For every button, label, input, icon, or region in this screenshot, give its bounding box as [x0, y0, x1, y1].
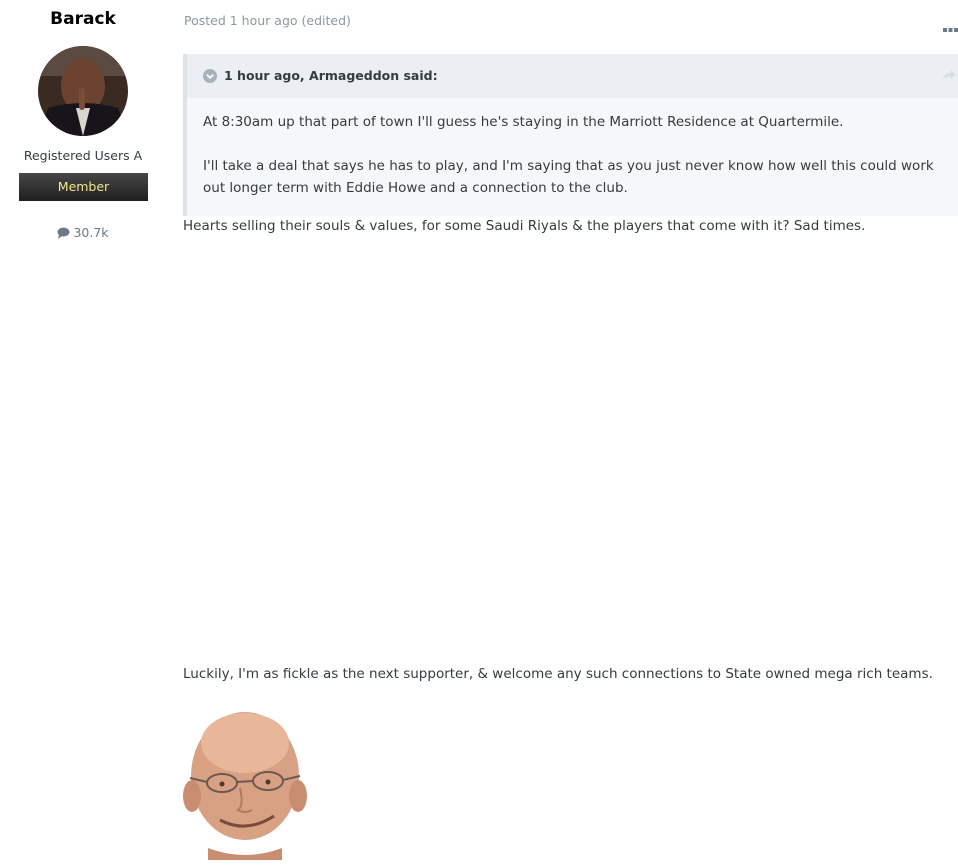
post-meta[interactable]: Posted 1 hour ago (edited): [184, 13, 351, 28]
embedded-face-image: [182, 708, 308, 860]
share-arrow-icon[interactable]: [942, 69, 956, 81]
post-paragraph: Hearts selling their souls & values, for…: [183, 218, 866, 234]
post-paragraph: Luckily, I'm as fickle as the next suppo…: [183, 666, 933, 682]
user-group: Registered Users A: [23, 148, 143, 163]
quote-paragraph: I'll take a deal that says he has to pla…: [203, 158, 934, 196]
quote-paragraph: At 8:30am up that part of town I'll gues…: [203, 114, 844, 130]
post-count[interactable]: 30.7k: [0, 225, 166, 240]
quote-header[interactable]: 1 hour ago, Armageddon said:: [187, 54, 958, 98]
rank-badge: Member: [19, 173, 148, 201]
post-count-value: 30.7k: [73, 225, 109, 240]
author-name[interactable]: Barack: [0, 9, 166, 29]
avatar[interactable]: [38, 46, 128, 136]
quote-block: 1 hour ago, Armageddon said: At 8:30am u…: [183, 54, 958, 216]
quote-citation[interactable]: 1 hour ago, Armageddon said:: [224, 68, 438, 83]
more-options-icon[interactable]: [943, 18, 958, 37]
speech-bubble-icon: [57, 227, 70, 239]
chevron-down-icon[interactable]: [203, 69, 217, 83]
